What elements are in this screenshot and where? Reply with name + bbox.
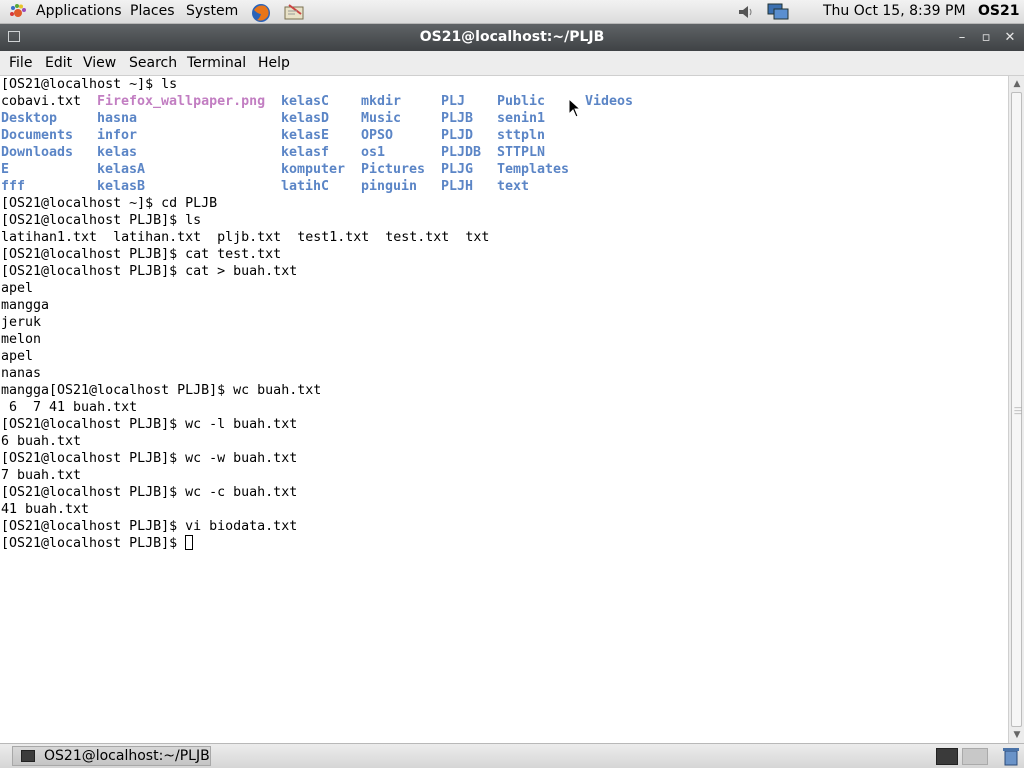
minimize-icon[interactable]: – (952, 24, 972, 51)
ls-entry: pinguin (361, 179, 418, 194)
menubar: File Edit View Search Terminal Help (0, 51, 1024, 76)
ls-entry: PLJD (441, 128, 474, 143)
text-editor-icon[interactable] (283, 2, 304, 22)
ls-entry: Downloads (1, 145, 74, 160)
menu-help[interactable]: Help (258, 51, 290, 75)
taskbar-window-button[interactable]: OS21@localhost:~/PLJB (12, 746, 211, 766)
system-menu[interactable]: System (186, 0, 238, 24)
ls-entry: cobavi.txt (1, 94, 82, 109)
maximize-icon[interactable]: ▫ (976, 24, 996, 51)
top-panel: Applications Places System Thu Oct 15, 8… (0, 0, 1024, 24)
terminal-scrollbar[interactable]: ▲ — — — ▼ (1008, 76, 1024, 743)
taskbar-window-label: OS21@localhost:~/PLJB (44, 748, 210, 764)
ls-entry: PLJDB (441, 145, 482, 160)
window-titlebar[interactable]: OS21@localhost:~/PLJB – ▫ ✕ (0, 24, 1024, 51)
bottom-panel: OS21@localhost:~/PLJB (0, 743, 1024, 768)
scroll-up-icon[interactable]: ▲ (1011, 77, 1023, 91)
ls-entry: Firefox_wallpaper.png (97, 94, 266, 109)
ls-entry: kelasf (281, 145, 330, 160)
ls-entry: latihC (281, 179, 330, 194)
ls-entry: kelasD (281, 111, 330, 126)
terminal-line: apel (1, 349, 34, 364)
ls-entry: mkdir (361, 94, 402, 109)
ls-entry: OPSO (361, 128, 394, 143)
volume-icon[interactable] (736, 2, 756, 22)
terminal-icon (21, 750, 35, 762)
terminal-line: 6 buah.txt (1, 434, 82, 449)
applications-menu[interactable]: Applications (36, 0, 122, 24)
terminal-line: [OS21@localhost PLJB]$ wc -c buah.txt (1, 485, 298, 500)
ls-entry: PLJ (441, 94, 466, 109)
workspace-1-icon[interactable] (936, 748, 958, 765)
grip-icon: — — — (1014, 403, 1022, 418)
terminal-output[interactable]: [OS21@localhost ~]$ ls cobavi.txt Desktop… (0, 76, 1008, 743)
menu-search[interactable]: Search (129, 51, 177, 75)
current-prompt: [OS21@localhost PLJB]$ (1, 536, 186, 551)
ls-entry: Public (497, 94, 546, 109)
terminal-line: nanas (1, 366, 42, 381)
gnome-foot-icon[interactable] (8, 2, 28, 22)
ls-entry: kelas (97, 145, 138, 160)
terminal-line: mangga (1, 298, 50, 313)
terminal-line: 7 buah.txt (1, 468, 82, 483)
terminal-line: 41 buah.txt (1, 502, 90, 517)
places-menu[interactable]: Places (130, 0, 175, 24)
network-icon[interactable] (766, 2, 789, 22)
window-title: OS21@localhost:~/PLJB (419, 29, 605, 45)
ls-entry: senin1 (497, 111, 546, 126)
menu-file[interactable]: File (9, 51, 32, 75)
ls-entry: Documents (1, 128, 74, 143)
menu-terminal[interactable]: Terminal (187, 51, 246, 75)
menu-edit[interactable]: Edit (45, 51, 72, 75)
ls-command-line: [OS21@localhost ~]$ ls (1, 77, 178, 92)
ls-entry: fff (1, 179, 26, 194)
terminal-line: mangga[OS21@localhost PLJB]$ wc buah.txt (1, 383, 322, 398)
ls-entry: text (497, 179, 530, 194)
ls-entry: PLJH (441, 179, 474, 194)
user-name[interactable]: OS21 (978, 0, 1019, 24)
ls-entry: Music (361, 111, 402, 126)
ls-entry: Desktop (1, 111, 58, 126)
terminal-line: [OS21@localhost PLJB]$ ls (1, 213, 202, 228)
ls-entry: komputer (281, 162, 346, 177)
ls-entry: Videos (585, 94, 634, 109)
ls-entry: Templates (497, 162, 570, 177)
ls-entry: kelasE (281, 128, 330, 143)
ls-entry: kelasA (97, 162, 146, 177)
terminal-line: [OS21@localhost PLJB]$ cat > buah.txt (1, 264, 298, 279)
terminal-line: latihan1.txt latihan.txt pljb.txt test1.… (1, 230, 490, 245)
terminal-line: [OS21@localhost PLJB]$ vi biodata.txt (1, 519, 298, 534)
ls-entry: hasna (97, 111, 138, 126)
close-icon[interactable]: ✕ (1000, 24, 1020, 51)
firefox-icon[interactable] (250, 2, 270, 22)
ls-entry: PLJB (441, 111, 474, 126)
ls-entry: kelasC (281, 94, 330, 109)
current-prompt-line[interactable]: [OS21@localhost PLJB]$ (1, 535, 194, 552)
terminal-line: [OS21@localhost PLJB]$ wc -w buah.txt (1, 451, 298, 466)
ls-entry: E (1, 162, 10, 177)
terminal-line: [OS21@localhost ~]$ cd PLJB (1, 196, 218, 211)
workspace-2-icon[interactable] (962, 748, 988, 765)
terminal-line: apel (1, 281, 34, 296)
mouse-pointer-icon (568, 98, 580, 118)
ls-entry: sttpln (497, 128, 546, 143)
scroll-down-icon[interactable]: ▼ (1011, 728, 1023, 742)
terminal-line: [OS21@localhost PLJB]$ wc -l buah.txt (1, 417, 298, 432)
terminal-line: [OS21@localhost PLJB]$ cat test.txt (1, 247, 282, 262)
ls-entry: infor (97, 128, 138, 143)
ls-entry: Pictures (361, 162, 426, 177)
text-cursor (185, 535, 194, 550)
trash-icon[interactable] (1002, 746, 1020, 766)
scrollbar-thumb[interactable]: — — — (1011, 92, 1022, 727)
terminal-line: melon (1, 332, 42, 347)
terminal-line: jeruk (1, 315, 42, 330)
menu-view[interactable]: View (83, 51, 116, 75)
ls-entry: os1 (361, 145, 386, 160)
terminal-line: 6 7 41 buah.txt (1, 400, 138, 415)
ls-entry: PLJG (441, 162, 474, 177)
clock[interactable]: Thu Oct 15, 8:39 PM (823, 0, 966, 24)
ls-entry: STTPLN (497, 145, 546, 160)
ls-entry: kelasB (97, 179, 146, 194)
